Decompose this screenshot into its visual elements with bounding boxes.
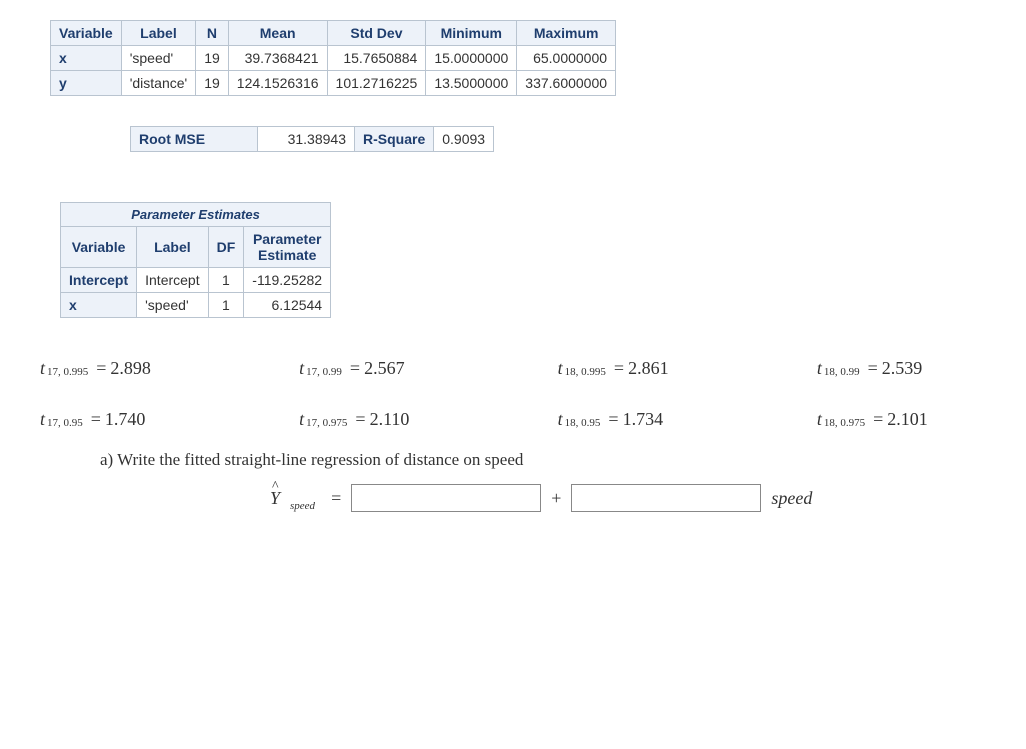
pe-df: 1	[208, 268, 244, 293]
col-max: Maximum	[517, 21, 616, 46]
root-mse-value: 31.38943	[258, 127, 355, 152]
t-sub: 18, 0.995	[565, 366, 606, 378]
pe-label: 'speed'	[137, 293, 208, 318]
parameter-estimates-table: Variable Label DF ParameterEstimate Inte…	[60, 226, 331, 318]
t-value: t17, 0.995=2.898	[40, 358, 209, 379]
pe-col-estimate: ParameterEstimate	[244, 227, 331, 268]
pe-est: 6.12544	[244, 293, 331, 318]
y-hat-symbol: ^Y	[270, 488, 280, 509]
t-value: t18, 0.995=2.861	[558, 358, 727, 379]
rsq-label: R-Square	[355, 127, 434, 152]
label-cell: 'speed'	[121, 46, 196, 71]
t-sub: 18, 0.975	[824, 417, 865, 429]
plus-sign: +	[551, 488, 561, 509]
rsq-value: 0.9093	[434, 127, 494, 152]
regression-equation: ^Y speed = + speed	[270, 484, 986, 512]
t-val: 2.898	[110, 358, 151, 379]
col-min: Minimum	[426, 21, 517, 46]
descriptive-stats-table: Variable Label N Mean Std Dev Minimum Ma…	[50, 20, 616, 96]
question-a-text: a) Write the fitted straight-line regres…	[100, 450, 986, 470]
t-val: 2.567	[364, 358, 405, 379]
pe-est: -119.25282	[244, 268, 331, 293]
pe-label: Intercept	[137, 268, 208, 293]
param-est-caption: Parameter Estimates	[60, 202, 331, 226]
pe-col-df: DF	[208, 227, 244, 268]
t-val: 2.110	[370, 409, 410, 430]
mean-cell: 39.7368421	[228, 46, 327, 71]
t-val: 2.101	[887, 409, 928, 430]
col-variable: Variable	[51, 21, 122, 46]
pe-col-variable: Variable	[61, 227, 137, 268]
col-n: N	[196, 21, 229, 46]
t-value: t17, 0.99=2.567	[299, 358, 468, 379]
table-row: x 'speed' 19 39.7368421 15.7650884 15.00…	[51, 46, 616, 71]
col-std: Std Dev	[327, 21, 426, 46]
col-label: Label	[121, 21, 196, 46]
speed-label: speed	[771, 488, 812, 509]
table-row: x 'speed' 1 6.12544	[61, 293, 331, 318]
t-val: 1.740	[105, 409, 146, 430]
t-val: 2.861	[628, 358, 669, 379]
n-cell: 19	[196, 46, 229, 71]
equals-sign: =	[331, 488, 341, 509]
pe-var: Intercept	[61, 268, 137, 293]
std-cell: 101.2716225	[327, 71, 426, 96]
model-fit-table: Root MSE 31.38943 R-Square 0.9093	[130, 126, 494, 152]
t-val: 2.539	[882, 358, 923, 379]
t-value: t18, 0.95=1.734	[558, 409, 727, 430]
col-mean: Mean	[228, 21, 327, 46]
t-sub: 18, 0.95	[565, 417, 601, 429]
t-sub: 17, 0.99	[306, 366, 342, 378]
min-cell: 15.0000000	[426, 46, 517, 71]
t-sub: 17, 0.95	[47, 417, 83, 429]
max-cell: 337.6000000	[517, 71, 616, 96]
label-cell: 'distance'	[121, 71, 196, 96]
max-cell: 65.0000000	[517, 46, 616, 71]
pe-var: x	[61, 293, 137, 318]
table-row: Intercept Intercept 1 -119.25282	[61, 268, 331, 293]
min-cell: 13.5000000	[426, 71, 517, 96]
t-sub: 17, 0.975	[306, 417, 347, 429]
n-cell: 19	[196, 71, 229, 96]
t-val: 1.734	[623, 409, 664, 430]
var-cell: y	[51, 71, 122, 96]
t-value: t18, 0.975=2.101	[817, 409, 986, 430]
pe-df: 1	[208, 293, 244, 318]
t-values-grid: t17, 0.995=2.898 t17, 0.99=2.567 t18, 0.…	[40, 358, 986, 430]
intercept-input[interactable]	[351, 484, 541, 512]
t-value: t17, 0.975=2.110	[299, 409, 468, 430]
y-hat-sub: speed	[290, 500, 315, 512]
t-value: t17, 0.95=1.740	[40, 409, 209, 430]
pe-col-label: Label	[137, 227, 208, 268]
t-sub: 17, 0.995	[47, 366, 88, 378]
slope-input[interactable]	[571, 484, 761, 512]
table-row: y 'distance' 19 124.1526316 101.2716225 …	[51, 71, 616, 96]
root-mse-label: Root MSE	[131, 127, 258, 152]
t-sub: 18, 0.99	[824, 366, 860, 378]
t-value: t18, 0.99=2.539	[817, 358, 986, 379]
std-cell: 15.7650884	[327, 46, 426, 71]
mean-cell: 124.1526316	[228, 71, 327, 96]
var-cell: x	[51, 46, 122, 71]
